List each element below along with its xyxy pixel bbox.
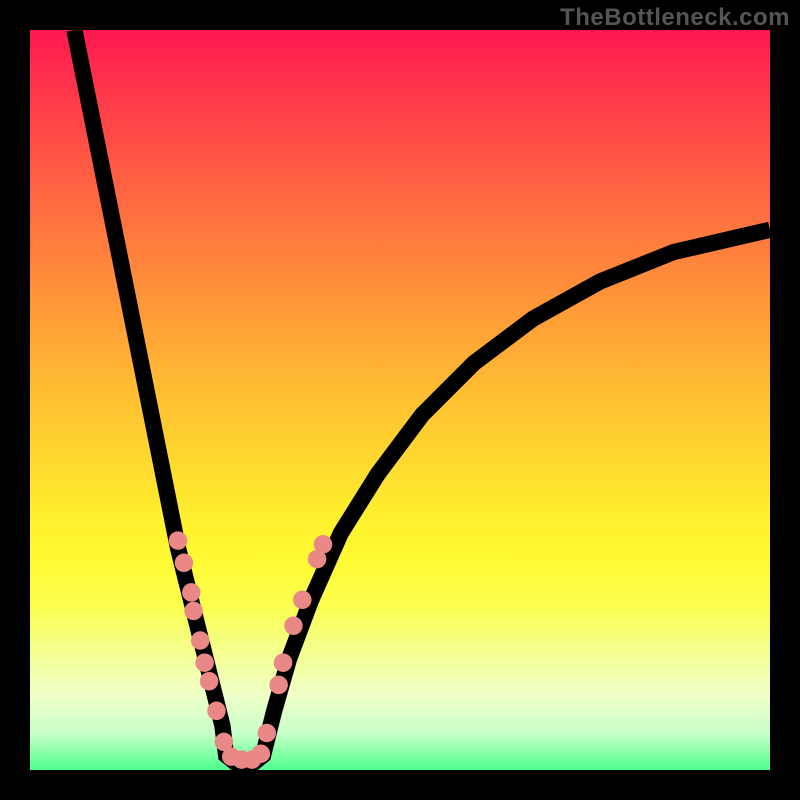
data-point — [258, 724, 277, 743]
data-point — [182, 583, 201, 602]
data-point — [175, 554, 194, 573]
data-point — [169, 531, 188, 550]
scatter-dots — [169, 531, 333, 769]
data-point — [284, 616, 303, 635]
data-point — [274, 653, 293, 672]
data-point — [314, 535, 333, 554]
data-point — [269, 676, 288, 695]
plot-area — [30, 30, 770, 770]
bottleneck-curve — [74, 30, 770, 764]
chart-svg — [30, 30, 770, 770]
data-point — [195, 653, 214, 672]
data-point — [191, 631, 210, 650]
chart-frame: TheBottleneck.com — [0, 0, 800, 800]
data-point — [207, 702, 226, 721]
data-point — [184, 602, 203, 621]
data-point — [200, 672, 219, 691]
watermark-text: TheBottleneck.com — [560, 4, 790, 32]
data-point — [293, 591, 312, 610]
data-point — [252, 744, 271, 763]
